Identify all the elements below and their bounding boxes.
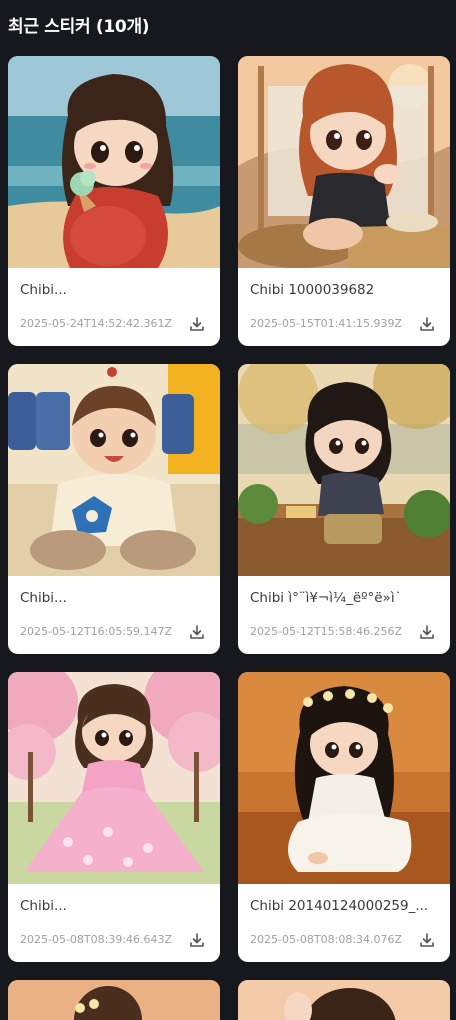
sticker-thumbnail[interactable] (238, 672, 450, 884)
download-icon (190, 933, 204, 947)
sticker-timestamp: 2025-05-08T08:08:34.076Z (250, 933, 403, 946)
download-button[interactable] (418, 315, 436, 333)
sticker-card[interactable]: Chibi... 2025-05-24T14:52:42.361Z (8, 56, 220, 346)
sticker-grid: Chibi... 2025-05-24T14:52:42.361Z Chibi … (8, 56, 450, 1020)
sticker-thumbnail[interactable] (8, 364, 220, 576)
download-icon (420, 317, 434, 331)
sticker-card[interactable]: Chibi 20140124000259_... 2025-05-08T08:0… (238, 672, 450, 962)
download-icon (190, 317, 204, 331)
sticker-timestamp: 2025-05-12T15:58:46.256Z (250, 625, 403, 638)
download-button[interactable] (188, 931, 206, 949)
sticker-card[interactable]: Chibi... 2025-05-12T16:05:59.147Z (8, 364, 220, 654)
sticker-timestamp: 2025-05-08T08:39:46.643Z (20, 933, 173, 946)
sticker-thumbnail[interactable] (8, 980, 220, 1020)
sticker-title: Chibi ì°¨ì¥¬ì¼_ëº°ë»ì˙ (250, 590, 402, 606)
download-button[interactable] (188, 315, 206, 333)
sticker-timestamp: 2025-05-24T14:52:42.361Z (20, 317, 173, 330)
sticker-thumbnail[interactable] (8, 672, 220, 884)
download-icon (420, 625, 434, 639)
page-title: 최근 스티커 (10개) (8, 17, 150, 37)
download-icon (420, 933, 434, 947)
sticker-thumbnail[interactable] (238, 364, 450, 576)
sticker-card[interactable] (238, 980, 450, 1020)
sticker-thumbnail[interactable] (8, 56, 220, 268)
sticker-timestamp: 2025-05-15T01:41:15.939Z (250, 317, 403, 330)
download-button[interactable] (418, 623, 436, 641)
sticker-card[interactable]: Chibi ì°¨ì¥¬ì¼_ëº°ë»ì˙ 2025-05-12T15:58:… (238, 364, 450, 654)
download-button[interactable] (418, 931, 436, 949)
sticker-title: Chibi... (20, 282, 67, 298)
sticker-title: Chibi... (20, 590, 67, 606)
sticker-title: Chibi... (20, 898, 67, 914)
download-button[interactable] (188, 623, 206, 641)
download-icon (190, 625, 204, 639)
sticker-title: Chibi 1000039682 (250, 282, 375, 298)
sticker-thumbnail[interactable] (238, 56, 450, 268)
sticker-title: Chibi 20140124000259_... (250, 898, 429, 914)
sticker-thumbnail[interactable] (238, 980, 450, 1020)
sticker-card[interactable]: Chibi 1000039682 2025-05-15T01:41:15.939… (238, 56, 450, 346)
sticker-card[interactable] (8, 980, 220, 1020)
sticker-card[interactable]: Chibi... 2025-05-08T08:39:46.643Z (8, 672, 220, 962)
sticker-timestamp: 2025-05-12T16:05:59.147Z (20, 625, 173, 638)
